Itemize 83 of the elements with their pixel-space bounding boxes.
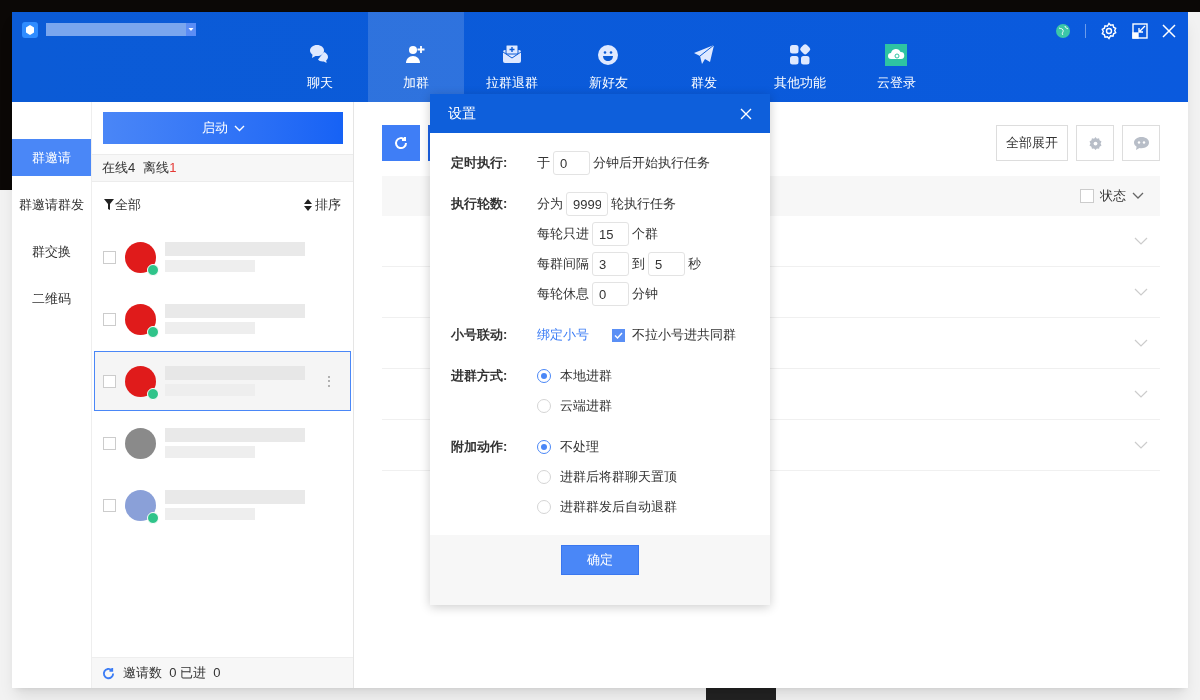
field-text: 到 (632, 255, 645, 274)
side-menu-item[interactable]: 二维码 (12, 280, 91, 317)
nav-tab[interactable]: 聊天 (272, 12, 368, 102)
field-text: 每轮休息 (537, 285, 589, 304)
field-text: 分钟后开始执行任务 (593, 154, 710, 173)
refresh-icon (394, 136, 408, 150)
field-text: 每群间隔 (537, 255, 589, 274)
field-text: 分为 (537, 195, 563, 214)
minimize-window-icon[interactable] (1132, 23, 1148, 39)
dialog-title: 设置 (448, 104, 476, 123)
bind-link[interactable]: 绑定小号 (537, 325, 589, 345)
avatar (125, 427, 156, 459)
radio-label: 本地进群 (560, 367, 612, 386)
nav-tab[interactable]: 加群 (368, 12, 464, 102)
avatar (125, 365, 156, 397)
sort-icon (304, 198, 312, 211)
side-menu-item[interactable]: 群交换 (12, 233, 91, 270)
checkbox[interactable] (103, 498, 116, 512)
start-button[interactable]: 启动 (103, 112, 343, 144)
checkbox[interactable] (612, 328, 625, 342)
online-count: 在线4 (102, 159, 136, 178)
radio-label: 不处理 (560, 438, 599, 457)
checkbox[interactable] (1080, 189, 1094, 203)
settings-icon[interactable] (1100, 22, 1118, 40)
refresh-button[interactable] (382, 125, 420, 161)
input-field[interactable]: 0 (592, 282, 629, 306)
globe-icon[interactable] (1055, 23, 1071, 39)
field-text: 每轮只进 (537, 225, 589, 244)
nav-tab[interactable]: 云登录 (848, 12, 944, 102)
nav-tab[interactable]: 其他功能 (752, 12, 848, 102)
field-label: 定时执行: (451, 154, 509, 172)
chat-bubble-icon (1132, 135, 1150, 151)
avatar (125, 241, 156, 273)
checkbox[interactable] (103, 312, 116, 326)
cloud-icon (884, 43, 908, 67)
smiley-icon (596, 43, 620, 67)
chevron-down-icon (233, 124, 245, 132)
nav-tab[interactable]: 群发 (656, 12, 752, 102)
field-text: 于 (537, 154, 550, 173)
side-menu-item[interactable]: 群邀请群发 (12, 186, 91, 223)
expand-all-button[interactable]: 全部展开 (996, 125, 1068, 161)
confirm-button[interactable]: 确定 (561, 545, 639, 575)
settings-icon (1087, 135, 1103, 151)
settings-button[interactable] (1076, 125, 1114, 161)
field-text: 秒 (688, 255, 701, 274)
field-text: 个群 (632, 225, 658, 244)
checkbox[interactable] (103, 436, 116, 450)
input-field[interactable]: 15 (592, 222, 629, 246)
column-header: 状态 (1100, 187, 1126, 206)
filter-button[interactable]: 全部 (104, 194, 141, 215)
close-icon[interactable] (1162, 24, 1176, 38)
field-text: 轮执行任务 (611, 195, 676, 214)
chevron-down-icon[interactable] (1132, 192, 1144, 200)
app-logo-icon (22, 22, 38, 38)
checkbox[interactable] (103, 250, 116, 264)
avatar (125, 303, 156, 335)
input-field[interactable]: 9999 (566, 192, 608, 216)
radio-label: 云端进群 (560, 397, 612, 416)
checkbox[interactable] (103, 374, 116, 388)
input-field[interactable]: 0 (553, 151, 590, 175)
field-label: 小号联动: (451, 326, 509, 344)
field-label: 附加动作: (451, 438, 509, 456)
side-menu-item[interactable]: 群邀请 (12, 139, 91, 176)
account-selector[interactable] (46, 23, 196, 36)
refresh-icon[interactable] (102, 666, 115, 680)
invite-stats: 邀请数 0 已进 0 (123, 664, 221, 683)
radio-label: 进群群发后自动退群 (560, 498, 677, 517)
caret-icon (186, 23, 196, 36)
checkbox-label: 不拉小号进共同群 (632, 326, 736, 345)
input-field[interactable]: 5 (648, 252, 685, 276)
avatar (125, 489, 156, 521)
desktop-background (706, 688, 776, 700)
input-field[interactable]: 3 (592, 252, 629, 276)
filter-icon (104, 199, 114, 210)
field-text: 分钟 (632, 285, 658, 304)
field-label: 执行轮数: (451, 195, 509, 213)
close-icon[interactable] (740, 107, 752, 120)
grid-icon (788, 43, 812, 67)
field-label: 进群方式: (451, 367, 509, 385)
chat-button[interactable] (1122, 125, 1160, 161)
radio-label: 进群后将群聊天置顶 (560, 468, 677, 487)
sort-button[interactable]: 排序 (304, 194, 341, 215)
offline-count: 离线1 (143, 159, 177, 178)
